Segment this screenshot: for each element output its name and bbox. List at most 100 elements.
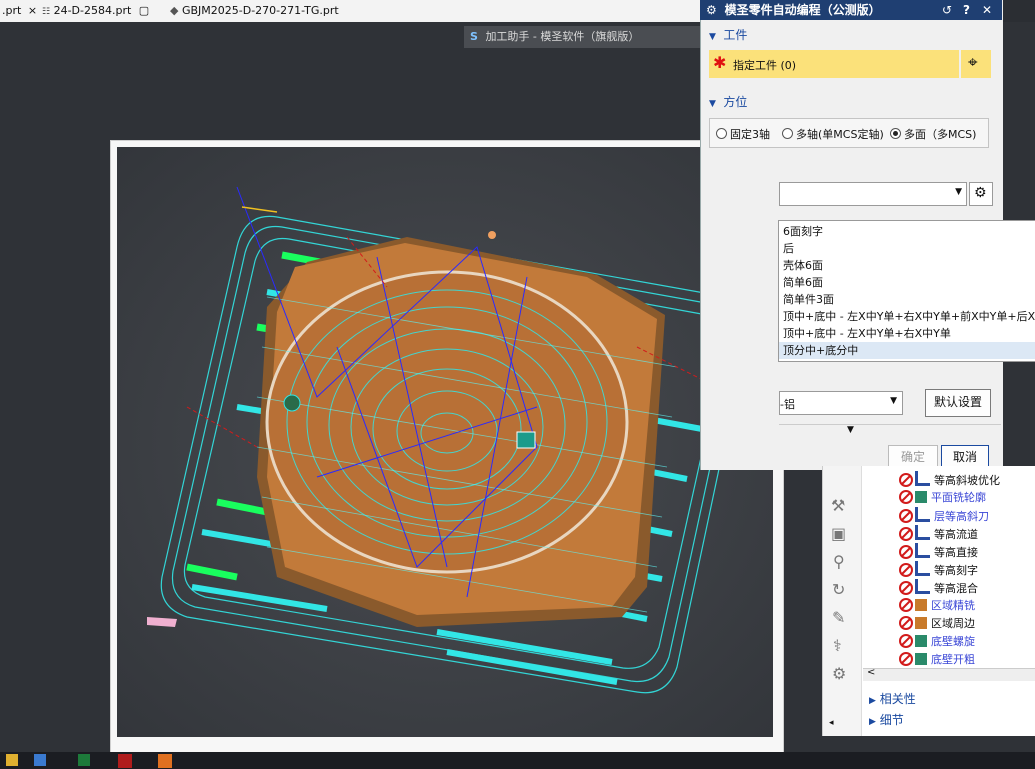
tab-gbjm2025[interactable]: ◆ GBJM2025-D-270-271-TG.prt	[170, 3, 339, 19]
operation-row[interactable]: 层等高斜刀	[899, 507, 989, 525]
dropdown-item[interactable]: 6面刻字	[783, 223, 823, 240]
toolpath-render	[117, 147, 773, 737]
part-icon: ◆	[170, 4, 179, 17]
no-status-icon	[899, 563, 913, 577]
no-status-icon	[899, 652, 913, 666]
horizontal-scrollbar[interactable]: <	[863, 667, 1035, 681]
palette-icon[interactable]: ✎	[832, 608, 845, 627]
operation-row[interactable]: 区域精铣	[899, 597, 975, 615]
dropdown-item[interactable]: 简单6面	[783, 274, 823, 291]
no-status-icon	[899, 527, 913, 541]
radio-multi-face-mcs[interactable]: 多面（多MCS)	[890, 126, 976, 142]
expand-arrow-icon: ▶	[869, 696, 876, 706]
app-icon[interactable]	[158, 754, 172, 768]
template-settings-button[interactable]: ⚙	[969, 182, 993, 206]
file-status-icon: ▢	[138, 4, 150, 17]
specify-workpiece-row[interactable]: ✱ 指定工件 (0)	[709, 50, 959, 78]
orientation-options: 固定3轴 多轴(单MCS定轴) 多面（多MCS)	[709, 118, 989, 148]
default-settings-button[interactable]: 默认设置	[925, 389, 991, 417]
fixture-icon[interactable]: ▣	[831, 524, 846, 543]
close-icon[interactable]: ✕	[982, 0, 992, 20]
no-status-icon	[899, 581, 913, 595]
operation-row[interactable]: 等高流道	[899, 525, 978, 543]
dropdown-item[interactable]: 简单件3面	[783, 291, 834, 308]
operation-row[interactable]: 等高混合	[899, 579, 978, 597]
taskbar	[0, 752, 1035, 769]
radio-on-icon	[890, 128, 901, 139]
resource-bar: ⚒ ▣ ⚲ ↻ ✎ ⚕ ⚙ ◂	[823, 466, 862, 736]
section-orientation-header[interactable]: ▼ 方位	[709, 93, 747, 110]
section-dependencies[interactable]: ▶ 相关性	[869, 690, 916, 707]
section-workpiece-header[interactable]: ▼ 工件	[709, 26, 747, 43]
scroll-arrow-icon[interactable]: ◂	[829, 718, 834, 728]
combo-arrow-icon: ▼	[955, 187, 962, 197]
radio-fixed-3axis[interactable]: 固定3轴	[716, 126, 770, 142]
reset-icon[interactable]: ↺	[942, 0, 952, 20]
expand-arrow-icon: ▼	[847, 425, 854, 435]
scroll-left-icon[interactable]: <	[867, 667, 875, 678]
tab-24-D-2584[interactable]: ☷ 24-D-2584.prt ▢	[42, 3, 149, 19]
history-icon[interactable]: ↻	[832, 580, 845, 599]
helper-toolbar[interactable]: S 加工助手 - 模圣软件（旗舰版）	[464, 26, 702, 48]
app-icon[interactable]	[118, 754, 132, 768]
toolpath-preview[interactable]	[117, 147, 773, 737]
section-details[interactable]: ▶ 细节	[869, 711, 904, 728]
dropdown-item-selected[interactable]: 顶分中+底分中	[779, 342, 1035, 359]
template-dropdown-list: 6面刻字 后 壳体6面 简单6面 简单件3面 顶中+底中 - 左X中Y单+右X中…	[778, 220, 1035, 362]
contour-op-icon	[915, 525, 930, 540]
collapse-arrow-icon: ▼	[709, 32, 716, 42]
dropdown-item[interactable]: 顶中+底中 - 左X中Y单+右X中Y单+前X中Y单+后X中	[783, 308, 1035, 325]
dialog-title-bar[interactable]: ⚙ 模圣零件自动编程（公测版） ↺ ? ✕	[700, 0, 1002, 20]
planar-op-icon	[915, 491, 927, 503]
collapse-arrow-icon: ▼	[709, 99, 716, 109]
no-status-icon	[899, 634, 913, 648]
app-icon[interactable]	[78, 754, 90, 766]
radio-multi-axis-single-mcs[interactable]: 多轴(单MCS定轴)	[782, 126, 884, 142]
contour-op-icon	[915, 471, 930, 486]
gear-icon: ⚙	[706, 3, 717, 17]
dropdown-item[interactable]: 后	[783, 240, 794, 257]
radio-off-icon	[782, 128, 793, 139]
radio-off-icon	[716, 128, 727, 139]
operation-row[interactable]: 等高斜坡优化	[899, 471, 1000, 489]
floor-wall-op-icon	[915, 653, 927, 665]
machine-icon[interactable]: ⚙	[832, 664, 846, 683]
dropdown-item[interactable]: 顶中+底中 - 左X中Y单+右X中Y单	[783, 325, 951, 342]
contour-op-icon	[915, 579, 930, 594]
operation-row[interactable]: 底壁开粗	[899, 651, 975, 669]
no-status-icon	[899, 545, 913, 559]
tab-prt[interactable]: .prt ×	[2, 3, 37, 19]
required-asterisk-icon: ✱	[713, 53, 727, 72]
no-status-icon	[899, 473, 913, 487]
gear-icon: ⚙	[974, 185, 987, 201]
app-icon[interactable]	[34, 754, 46, 766]
area-op-icon	[915, 617, 927, 629]
help-icon[interactable]: ?	[963, 0, 970, 20]
area-op-icon	[915, 599, 927, 611]
tool-icon[interactable]: ⚒	[831, 496, 845, 515]
tab-close-icon[interactable]: ×	[28, 4, 37, 17]
no-status-icon	[899, 509, 913, 523]
template-combo[interactable]: ▼	[779, 182, 967, 206]
operation-row[interactable]: 区域周边	[899, 615, 975, 633]
expand-arrow-icon: ▶	[869, 717, 876, 727]
select-object-button[interactable]: ⌖	[961, 50, 991, 78]
contour-op-icon	[915, 543, 930, 558]
operation-row[interactable]: 底壁螺旋	[899, 633, 975, 651]
dropdown-item[interactable]: 壳体6面	[783, 257, 823, 274]
operation-row[interactable]: 等高刻字	[899, 561, 978, 579]
operation-row[interactable]: 平面铣轮廓	[899, 489, 986, 507]
contour-op-icon	[915, 561, 930, 576]
material-combo[interactable]: -铝 ▼	[779, 391, 903, 415]
combo-arrow-icon: ▼	[890, 396, 897, 406]
more-options-toggle[interactable]: ▼	[779, 424, 1001, 439]
crosshair-icon: ⌖	[968, 53, 978, 73]
contour-op-icon	[915, 507, 930, 522]
modified-part-icon: ☷	[42, 7, 51, 17]
probe-icon[interactable]: ⚕	[833, 636, 842, 655]
operation-row[interactable]: 等高直接	[899, 543, 978, 561]
app-icon[interactable]	[6, 754, 18, 766]
helper-logo-icon: S	[470, 30, 478, 43]
floor-wall-op-icon	[915, 635, 927, 647]
drill-icon[interactable]: ⚲	[833, 552, 845, 571]
